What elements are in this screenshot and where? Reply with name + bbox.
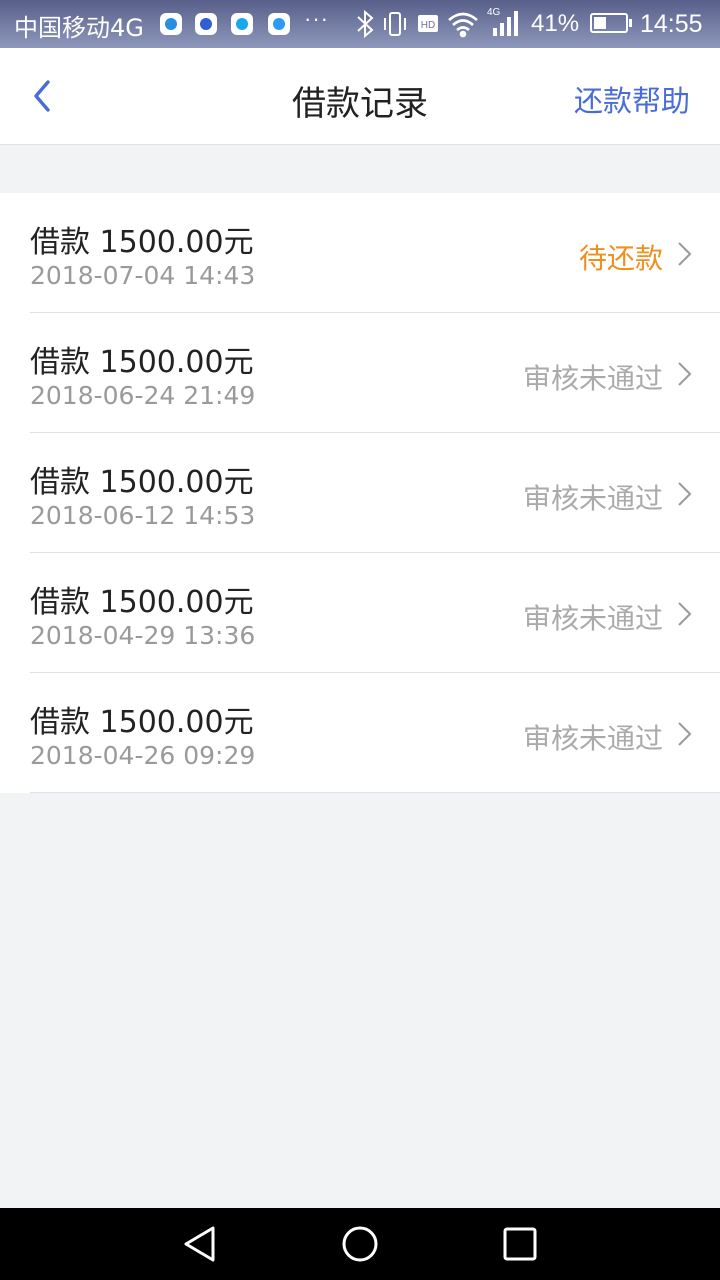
loan-record-list: 借款 1500.00元 2018-07-04 14:43 待还款 借款 1500… <box>0 193 720 793</box>
loan-amount: 借款 1500.00元 <box>30 225 254 260</box>
vibrate-icon <box>384 12 406 36</box>
loan-record-row[interactable]: 借款 1500.00元 2018-07-04 14:43 待还款 <box>30 193 720 313</box>
loan-status: 审核未通过 <box>522 362 663 395</box>
svg-text:HD: HD <box>421 20 435 31</box>
home-circle-icon <box>342 1226 378 1262</box>
chevron-right-icon <box>678 362 692 386</box>
clock: 14:55 <box>640 10 703 38</box>
loan-amount: 借款 1500.00元 <box>30 585 254 620</box>
loan-record-row[interactable]: 借款 1500.00元 2018-06-12 14:53 审核未通过 <box>30 433 720 553</box>
nav-back-button[interactable] <box>180 1224 220 1264</box>
loan-amount: 借款 1500.00元 <box>30 705 254 740</box>
loan-time: 2018-07-04 14:43 <box>30 261 256 290</box>
loan-time: 2018-04-26 09:29 <box>30 741 256 770</box>
back-triangle-icon <box>184 1226 215 1262</box>
chevron-right-icon <box>678 482 692 506</box>
bluetooth-icon <box>357 9 374 39</box>
page-header: 借款记录 还款帮助 <box>0 48 720 145</box>
loan-record-row[interactable]: 借款 1500.00元 2018-04-26 09:29 审核未通过 <box>30 673 720 793</box>
hd-icon: HD <box>418 15 438 32</box>
nav-home-button[interactable] <box>340 1224 380 1264</box>
loan-amount: 借款 1500.00元 <box>30 345 254 380</box>
signal-icon: 4G <box>487 7 518 36</box>
loan-time: 2018-06-12 14:53 <box>30 501 256 530</box>
recents-square-icon <box>503 1227 537 1261</box>
chevron-right-icon <box>678 722 692 746</box>
chevron-right-icon <box>678 242 692 266</box>
repayment-help-link[interactable]: 还款帮助 <box>574 78 690 120</box>
loan-status: 审核未通过 <box>522 602 663 635</box>
battery-percentage: 41% <box>531 10 580 37</box>
loan-time: 2018-06-24 21:49 <box>30 381 256 410</box>
system-nav-bar <box>0 1208 720 1280</box>
battery-icon <box>590 13 632 33</box>
loan-status: 审核未通过 <box>522 722 663 755</box>
nav-recents-button[interactable] <box>500 1224 540 1264</box>
svg-text:4G: 4G <box>487 7 501 18</box>
wifi-icon <box>448 12 478 38</box>
status-bar: 中国移动4G ··· HD 4G 41% 14:55 <box>0 0 720 48</box>
loan-record-row[interactable]: 借款 1500.00元 2018-06-24 21:49 审核未通过 <box>30 313 720 433</box>
loan-record-row[interactable]: 借款 1500.00元 2018-04-29 13:36 审核未通过 <box>30 553 720 673</box>
chevron-right-icon <box>678 602 692 626</box>
loan-time: 2018-04-29 13:36 <box>30 621 256 650</box>
loan-amount: 借款 1500.00元 <box>30 465 254 500</box>
loan-status: 审核未通过 <box>522 482 663 515</box>
loan-status: 待还款 <box>578 242 663 275</box>
